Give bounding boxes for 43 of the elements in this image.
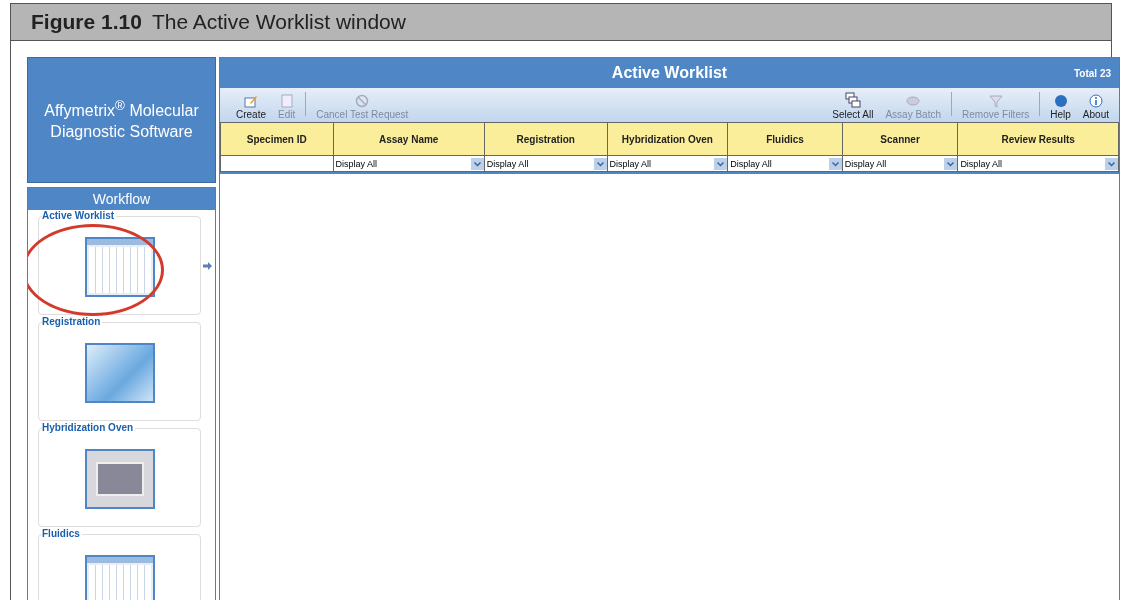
- workflow-item[interactable]: Hybridization Oven: [38, 422, 213, 528]
- instrument-thumbnail: [84, 449, 155, 509]
- caret-icon: [828, 157, 842, 170]
- workflow-title: Workflow: [28, 188, 215, 210]
- worklist-thumbnail: [84, 555, 155, 600]
- filter-dropdown[interactable]: Display All: [842, 156, 958, 171]
- toolbar-button[interactable]: About: [1076, 94, 1115, 120]
- column-header[interactable]: Review Results: [957, 122, 1119, 156]
- toolbar-button[interactable]: Create: [230, 94, 272, 120]
- total-count: Total 23: [1073, 67, 1111, 79]
- caret-icon: [593, 157, 607, 170]
- pencil-icon: [244, 94, 258, 108]
- toolbar-button[interactable]: Help: [1044, 94, 1077, 120]
- column-header[interactable]: Hybridization Oven: [607, 122, 728, 156]
- filter-dropdown[interactable]: Display All: [607, 156, 728, 171]
- column-header[interactable]: Fluidics: [727, 122, 843, 156]
- filter-dropdown[interactable]: Display All: [958, 156, 1118, 171]
- window-title: Active Worklist: [611, 64, 728, 82]
- app-name: Affymetrix$^{®}$ Molecular Diagnostic Software: [43, 97, 200, 143]
- workflow-item[interactable]: Active Worklist: [38, 210, 213, 316]
- figure-number: Figure 1.10: [31, 10, 142, 34]
- column-header[interactable]: Registration: [484, 122, 608, 156]
- arrow-icon: [203, 262, 212, 270]
- windows-icon: [844, 92, 861, 108]
- toolbar-button[interactable]: Select All: [826, 92, 880, 120]
- caret-icon: [714, 157, 728, 170]
- caret-icon: [1105, 157, 1118, 170]
- workflow-item[interactable]: Registration: [38, 316, 213, 422]
- document-icon: [279, 94, 294, 108]
- column-header[interactable]: Scanner: [842, 122, 958, 156]
- worklist-thumbnail: [84, 237, 155, 297]
- caret-icon: [944, 157, 958, 170]
- filter-dropdown[interactable]: Display All: [333, 156, 484, 171]
- info-icon: [1088, 94, 1103, 108]
- filter-dropdown[interactable]: Display All: [728, 156, 842, 171]
- prohibited-icon: [355, 94, 370, 108]
- caret-icon: [470, 157, 484, 170]
- filter-dropdown[interactable]: Display All: [484, 156, 607, 171]
- funnel-icon: [988, 94, 1003, 108]
- column-header[interactable]: Specimen ID: [220, 122, 333, 156]
- column-header[interactable]: Assay Name: [333, 122, 485, 156]
- figure-caption: The Active Worklist window: [151, 10, 406, 34]
- photo-placeholder: [84, 343, 155, 403]
